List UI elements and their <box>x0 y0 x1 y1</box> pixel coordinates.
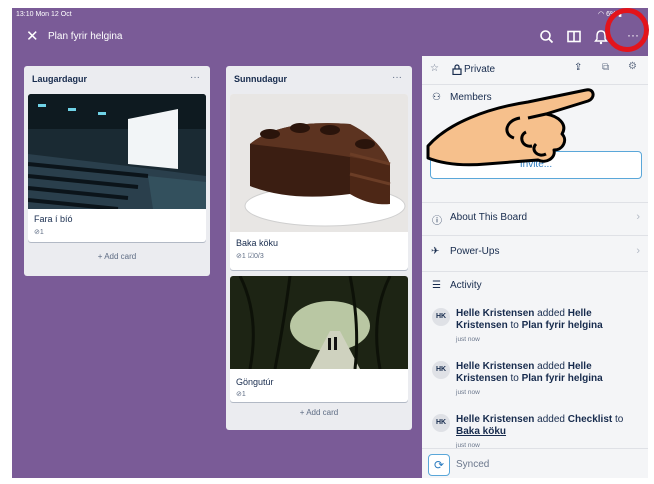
about-board-row[interactable]: ⓘ About This Board › <box>422 202 648 236</box>
activity-time: just now <box>456 389 480 396</box>
card-title: Göngutúr <box>236 377 274 387</box>
synced-label: Synced <box>456 459 490 470</box>
avatar: HK <box>432 308 450 326</box>
board-header: ✕ Plan fyrir helgina ··· <box>12 22 648 56</box>
list-menu-icon[interactable]: ··· <box>190 72 200 83</box>
activity-item: HK Helle Kristensen added Checklist to B… <box>432 414 644 450</box>
rocket-icon: ✈ <box>431 246 440 257</box>
card-cover-walk <box>230 276 408 370</box>
power-ups-row[interactable]: ✈ Power-Ups › <box>422 235 648 272</box>
card-title: Fara í bíó <box>34 214 73 224</box>
sync-icon[interactable]: ⟳ <box>428 454 450 476</box>
board-view-icon[interactable] <box>565 28 583 46</box>
card-baka-koku[interactable]: Baka köku ⊘1 ☑0/3 <box>230 94 408 270</box>
copy-icon[interactable]: ⧉ <box>602 62 609 73</box>
card-fara-i-bio[interactable]: Fara í bíó ⊘1 <box>28 94 206 242</box>
card-badges: ⊘1 ☑0/3 <box>236 253 264 260</box>
pointing-hand-overlay <box>426 88 595 167</box>
chevron-right-icon: › <box>636 245 640 257</box>
activity-label: Activity <box>450 280 482 291</box>
activity-item: HK Helle Kristensen added Helle Kristens… <box>432 308 644 348</box>
sync-footer: ⟳ Synced <box>422 448 648 478</box>
card-gongutur[interactable]: Göngutúr ⊘1 <box>230 276 408 402</box>
status-bar: 13:10 Mon 12 Oct ◠ 6% ▮ <box>12 8 648 22</box>
activity-item: HK Helle Kristensen added Helle Kristens… <box>432 361 644 401</box>
card-badges: ⊘1 <box>236 391 246 398</box>
power-ups-label: Power-Ups <box>450 246 500 257</box>
list-laugardagur: Laugardagur ··· Fara í bíó ⊘1 + Add card <box>24 66 210 276</box>
status-time: 13:10 Mon 12 Oct <box>16 11 72 18</box>
highlight-circle <box>605 8 649 52</box>
chevron-right-icon: › <box>636 211 640 223</box>
wifi-icon: ◠ <box>598 11 605 18</box>
board-title: Plan fyrir helgina <box>48 31 123 42</box>
avatar: HK <box>432 414 450 432</box>
list-title: Sunnudagur <box>234 74 287 84</box>
list-title: Laugardagur <box>32 74 88 84</box>
list-menu-icon[interactable]: ··· <box>392 72 402 83</box>
activity-list-icon: ☰ <box>432 280 441 291</box>
activity-text: Helle Kristensen added Checklist to Baka… <box>456 414 624 437</box>
activity-text: Helle Kristensen added Helle Kristensen … <box>456 361 603 384</box>
add-card-button[interactable]: + Add card <box>24 252 210 261</box>
activity-time: just now <box>456 336 480 343</box>
settings-gear-icon[interactable]: ⚙ <box>628 61 637 72</box>
add-card-button[interactable]: + Add card <box>226 408 412 417</box>
search-icon[interactable] <box>538 28 556 46</box>
card-cover-cinema <box>28 94 206 211</box>
card-cover-chocolate-cake <box>230 94 408 232</box>
board-lists: Laugardagur ··· Fara í bíó ⊘1 + Add card… <box>12 56 422 478</box>
avatar: HK <box>432 361 450 379</box>
card-badges: ⊘1 <box>34 229 44 236</box>
activity-text: Helle Kristensen added Helle Kristensen … <box>456 308 603 331</box>
card-title: Baka köku <box>236 238 279 248</box>
info-icon: ⓘ <box>432 216 442 227</box>
list-sunnudagur: Sunnudagur ··· Baka köku ⊘1 ☑0/3 Göngutú… <box>226 66 412 430</box>
card-link[interactable]: Baka köku <box>456 426 506 437</box>
close-icon[interactable]: ✕ <box>26 29 39 45</box>
activity-header: ☰ Activity <box>422 271 648 301</box>
about-board-label: About This Board <box>450 212 528 223</box>
